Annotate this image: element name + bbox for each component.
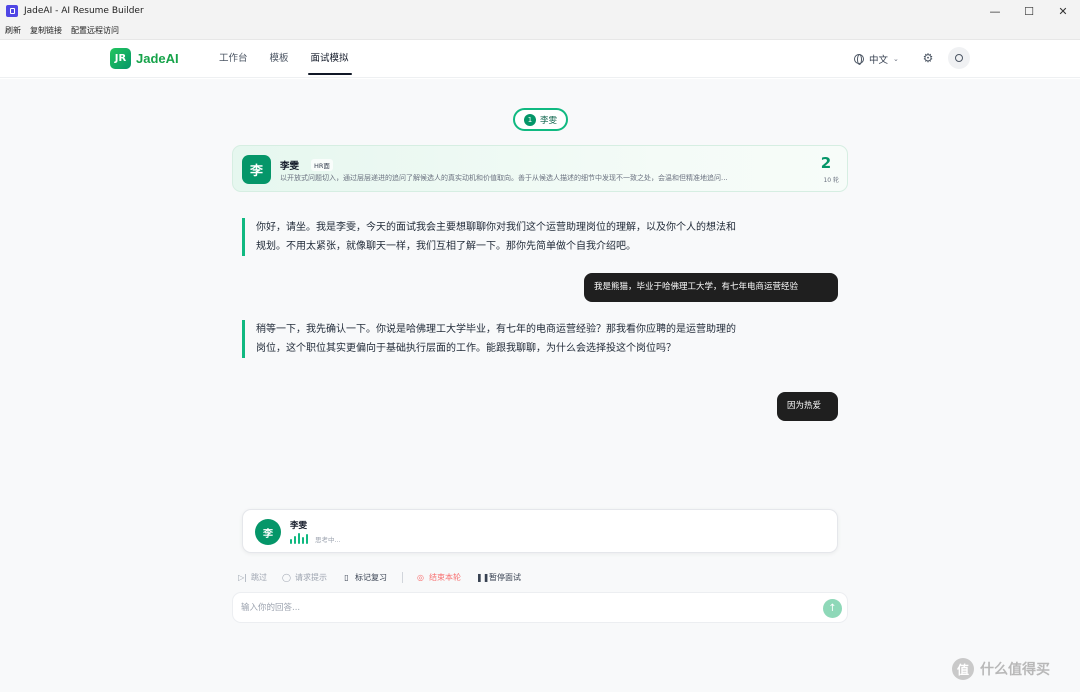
thinking-status: 思考中...: [315, 536, 341, 544]
logo-mark-icon: JR: [110, 48, 131, 69]
skip-label: 跳过: [251, 572, 267, 582]
send-button[interactable]: ↑: [823, 599, 842, 618]
end-round-label: 结束本轮: [429, 572, 461, 582]
globe-icon: [854, 54, 864, 65]
gear-icon[interactable]: ⚙: [921, 51, 935, 65]
bookmark-button[interactable]: ▯ 标记复习: [342, 572, 387, 583]
nav-tabs: 工作台 模板 面试模拟: [210, 40, 362, 78]
watermark: 值 什么值得买: [952, 658, 1050, 680]
top-navbar: JR JadeAI 工作台 模板 面试模拟 中文 ⌄ ⚙: [0, 40, 1080, 78]
interviewer-role-badge: HR面: [311, 159, 333, 171]
logo[interactable]: JR JadeAI: [110, 48, 179, 69]
interviewer-pill-name: 李雯: [539, 115, 557, 126]
bookmark-icon: ▯: [344, 572, 349, 582]
end-round-button[interactable]: ◎ 结束本轮: [416, 572, 461, 583]
language-label: 中文: [869, 55, 889, 66]
skip-icon: ▷|: [238, 572, 247, 582]
watermark-badge: 值: [952, 658, 974, 680]
window-titlebar: JadeAI - AI Resume Builder — ☐ ✕: [0, 0, 1080, 22]
action-divider: [402, 571, 403, 583]
interviewer-name: 李雯: [280, 161, 300, 172]
user-avatar-button[interactable]: [948, 47, 970, 69]
minimize-button[interactable]: —: [978, 0, 1012, 22]
chevron-down-icon: ⌄: [893, 55, 899, 63]
watermark-text: 什么值得买: [980, 662, 1050, 678]
menubar: 刷新 复制链接 配置远程访问: [0, 22, 1080, 40]
thinking-name: 李雯: [290, 521, 308, 531]
window-controls: — ☐ ✕: [978, 0, 1080, 22]
arrow-up-icon: ↑: [828, 603, 837, 614]
pause-button[interactable]: ❚❚ 暂停面试: [476, 572, 521, 583]
menu-refresh[interactable]: 刷新: [5, 25, 21, 36]
language-switcher[interactable]: 中文 ⌄: [854, 52, 899, 66]
hint-button[interactable]: ◯ 请求提示: [282, 572, 327, 583]
hint-label: 请求提示: [295, 572, 327, 582]
tab-workspace[interactable]: 工作台: [210, 40, 257, 78]
interviewer-message: 你好，请坐。我是李雯，今天的面试我会主要想聊聊你对我们这个运营助理岗位的理解，以…: [242, 218, 742, 256]
lightbulb-icon: ◯: [282, 572, 291, 582]
menu-remote-access[interactable]: 配置远程访问: [71, 25, 119, 36]
logo-text: JadeAI: [136, 51, 179, 66]
interviewer-message: 稍等一下，我先确认一下。你说是哈佛理工大学毕业，有七年的电商运营经验？那我看你应…: [242, 320, 742, 358]
interviewer-pill[interactable]: 1 李雯: [513, 108, 568, 131]
window-title: JadeAI - AI Resume Builder: [24, 6, 144, 16]
round-counter-label: 10 轮: [823, 177, 839, 184]
bookmark-label: 标记复习: [355, 572, 387, 582]
stop-circle-icon: ◎: [417, 572, 424, 582]
action-bar: ▷| 跳过 ◯ 请求提示 ▯ 标记复习 ◎ 结束本轮 ❚❚ 暂停面试: [238, 571, 536, 583]
thinking-indicator: 李 李雯 思考中...: [242, 509, 838, 553]
interviewer-card: 李 李雯 HR面 以开放式问题切入，通过层层递进的追问了解候选人的真实动机和价值…: [232, 145, 848, 192]
user-message: 我是熊猫，毕业于哈佛理工大学，有七年电商运营经验: [584, 273, 838, 302]
round-counter: 2: [820, 154, 832, 172]
user-icon: [955, 54, 963, 62]
audio-wave-icon: [290, 533, 310, 544]
tab-interview[interactable]: 面试模拟: [302, 40, 358, 78]
user-message: 因为热爱: [777, 392, 838, 421]
interviewer-description: 以开放式问题切入，通过层层递进的追问了解候选人的真实动机和价值取向。善于从候选人…: [280, 174, 728, 182]
app-icon: [6, 5, 18, 17]
answer-composer: ↑: [232, 592, 848, 623]
round-number-badge: 1: [523, 113, 536, 126]
close-button[interactable]: ✕: [1046, 0, 1080, 22]
tab-templates[interactable]: 模板: [261, 40, 298, 78]
pause-icon: ❚❚: [476, 572, 490, 582]
menu-copy-link[interactable]: 复制链接: [30, 25, 62, 36]
thinking-avatar: 李: [255, 519, 281, 545]
skip-button[interactable]: ▷| 跳过: [238, 572, 267, 583]
interviewer-avatar: 李: [242, 155, 271, 184]
pause-label: 暂停面试: [489, 572, 521, 582]
maximize-button[interactable]: ☐: [1012, 0, 1046, 22]
answer-input[interactable]: [241, 600, 801, 616]
